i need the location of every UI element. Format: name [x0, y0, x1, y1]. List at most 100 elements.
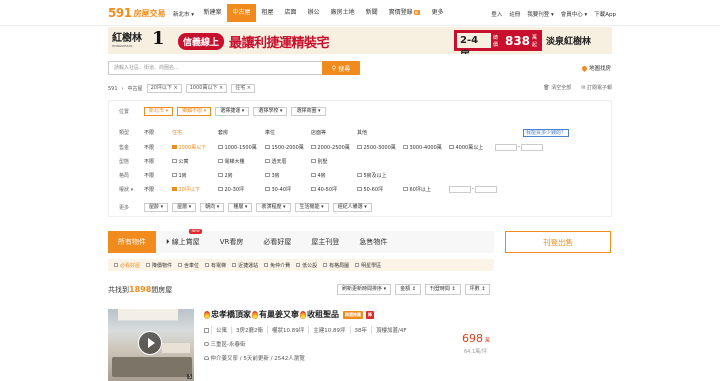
tab-vr[interactable]: VR看房 — [210, 231, 254, 253]
shape-option[interactable]: 不限 — [144, 158, 168, 165]
play-icon[interactable] — [138, 331, 162, 355]
download-app-link[interactable]: 下載App — [594, 10, 616, 18]
area-min-input[interactable] — [449, 185, 471, 193]
nav-second-hand[interactable]: 中古屋 — [227, 4, 257, 22]
area-unit-dropdown[interactable]: 權狀 ▾ — [119, 186, 144, 193]
quick-filter[interactable]: 降價物件 — [146, 262, 172, 269]
search-button[interactable]: ⚲ 搜尋 — [322, 61, 360, 75]
type-option[interactable]: 車位 — [265, 129, 307, 136]
quick-filter[interactable]: 有格局圖 — [323, 262, 349, 269]
subscribe-link[interactable]: ✉ 訂閱電子報 — [581, 84, 612, 91]
tab-online-viewing[interactable]: ⏵ 線上賞屋 NEW — [156, 229, 210, 253]
price-option[interactable]: 2000-2500萬 — [311, 144, 353, 151]
area-option[interactable]: 20-30坪 — [218, 186, 261, 193]
area-option[interactable]: 30-40坪 — [265, 186, 307, 193]
area-option[interactable]: 60坪以上 — [403, 186, 445, 193]
price-option[interactable]: 3000-4000萬 — [403, 144, 445, 151]
area-max-input[interactable] — [474, 185, 497, 193]
type-option[interactable]: 其他 — [357, 129, 367, 136]
area-option[interactable]: 不限 — [144, 186, 168, 193]
area-option[interactable]: 50-60坪 — [357, 186, 399, 193]
select-shopping-area[interactable]: 選擇商圈 ▾ — [291, 106, 326, 116]
nav-factory-land[interactable]: 廠房土地 — [325, 4, 360, 22]
filter-tag-type[interactable]: 住宅 × — [231, 84, 256, 93]
quick-filter[interactable]: 低公設 — [296, 262, 317, 269]
tab-all[interactable]: 所有物件 — [108, 231, 156, 253]
quick-filter[interactable]: 必看好屋 — [114, 262, 140, 269]
select-layout[interactable]: 屋層 ▾ — [172, 202, 197, 212]
quick-filter[interactable]: 含車位 — [178, 262, 199, 269]
room-option[interactable]: 不限 — [144, 172, 168, 179]
shape-option[interactable]: 透天厝 — [265, 158, 307, 165]
select-floor[interactable]: 樓層 ▾ — [228, 202, 253, 212]
price-option[interactable]: 4000萬以上 — [449, 144, 491, 151]
breadcrumb-home[interactable]: 591 — [108, 86, 118, 92]
post-for-sale-button[interactable]: 刊登出售 — [505, 231, 611, 253]
select-amenities[interactable]: 生活機能 ▾ — [294, 202, 329, 212]
register-link[interactable]: 註冊 — [509, 10, 520, 18]
sort-post-time-button[interactable]: 刊登時間 ↕ — [424, 284, 461, 295]
room-option[interactable]: 2房 — [218, 172, 261, 179]
nav-rent[interactable]: 租屋 — [256, 4, 279, 22]
shape-option[interactable]: 公寓 — [172, 158, 214, 165]
quick-filter[interactable]: 免仲介費 — [264, 262, 290, 269]
login-link[interactable]: 登入 — [491, 10, 502, 18]
price-min-input[interactable] — [495, 143, 517, 151]
sort-area-button[interactable]: 坪數 ↕ — [464, 284, 491, 295]
nav-new-projects[interactable]: 新建案 — [198, 4, 227, 22]
price-option[interactable]: 不限 — [144, 144, 168, 151]
member-center-menu[interactable]: 會員中心 ▾ — [561, 10, 588, 18]
map-search-link[interactable]: 地圖找房 — [580, 64, 611, 72]
select-mrt[interactable]: 選擇捷運 ▾ — [215, 106, 250, 116]
ad-banner[interactable]: 紅樹林 1 HONGSHULIN 信義線上 最讓利捷運精裝宅 2-4房 總價 8… — [108, 27, 612, 54]
shape-option[interactable]: 別墅 — [311, 158, 328, 165]
nav-price-register[interactable]: 實價登錄新 — [383, 4, 426, 22]
select-agent[interactable]: 經紀人備選 ▾ — [332, 202, 372, 212]
quick-filter[interactable]: 近捷運站 — [232, 262, 258, 269]
room-option[interactable]: 5房及以上 — [357, 172, 387, 179]
select-district[interactable]: 鄉鎮不限 ▾ — [177, 106, 212, 116]
tab-must-see[interactable]: 必看好屋 — [253, 231, 301, 253]
price-option[interactable]: 2500-3000萬 — [357, 144, 399, 151]
filter-tag-area[interactable]: 20坪以下 × — [146, 84, 182, 93]
select-city[interactable]: 新北市 ▾ — [144, 106, 174, 116]
room-option[interactable]: 1房 — [172, 172, 214, 179]
city-selector[interactable]: 新北市 ▾ — [173, 10, 194, 18]
select-school[interactable]: 選擇學校 ▾ — [253, 106, 288, 116]
type-option[interactable]: 住宅 — [172, 129, 214, 136]
shape-option[interactable]: 電梯大樓 — [218, 158, 261, 165]
affordability-calculator-link[interactable]: 我能買多少錢的？ — [523, 129, 570, 137]
room-option[interactable]: 4房 — [311, 172, 353, 179]
post-menu[interactable]: 我要刊登 ▾ — [527, 10, 554, 18]
nav-news[interactable]: 新聞 — [360, 4, 383, 22]
select-orientation[interactable]: 朝向 ▾ — [200, 202, 225, 212]
area-option[interactable]: 20坪以下 — [172, 186, 214, 193]
nav-shop[interactable]: 店面 — [279, 4, 302, 22]
select-age[interactable]: 屋齡 ▾ — [144, 202, 169, 212]
nav-more[interactable]: 更多 — [426, 4, 449, 22]
sort-price-button[interactable]: 金額 ↕ — [395, 284, 421, 295]
nav-office[interactable]: 辦公 — [302, 4, 325, 22]
tab-urgent-sale[interactable]: 急售物件 — [349, 231, 397, 253]
type-option[interactable]: 套房 — [218, 129, 261, 136]
room-option[interactable]: 3房 — [265, 172, 307, 179]
price-option[interactable]: 1000-1500萬 — [218, 144, 261, 151]
listing-photo[interactable]: 5 — [108, 309, 194, 381]
quick-filter[interactable]: 明星學區 — [355, 262, 381, 269]
price-max-input[interactable] — [520, 143, 543, 151]
site-logo[interactable]: 591 房屋交易 — [108, 6, 166, 20]
type-option[interactable]: 店面等 — [311, 129, 353, 136]
filter-tag-price[interactable]: 1000萬以下 × — [185, 84, 228, 93]
clear-all-link[interactable]: 🗑 清空全部 — [543, 84, 571, 91]
area-option[interactable]: 40-50坪 — [311, 186, 353, 193]
price-option[interactable]: 1000萬以下 — [172, 144, 214, 151]
sort-default-dropdown[interactable]: 刷新更新時間排序 ▾ — [337, 284, 392, 295]
listing-title[interactable]: 忠孝橋頂家 有巢姜又寧 收租聖品 精選推薦 降 — [204, 309, 374, 320]
listing-price: 698 萬 — [462, 332, 490, 345]
select-decoration[interactable]: 裝潢程度 ▾ — [256, 202, 291, 212]
breadcrumb-section[interactable]: 中古屋 — [128, 85, 143, 92]
price-option[interactable]: 1500-2000萬 — [265, 144, 307, 151]
quick-filter[interactable]: 有電梯 — [205, 262, 226, 269]
type-option[interactable]: 不限 — [144, 129, 168, 136]
tab-owner-posted[interactable]: 屋主刊登 — [301, 231, 349, 253]
